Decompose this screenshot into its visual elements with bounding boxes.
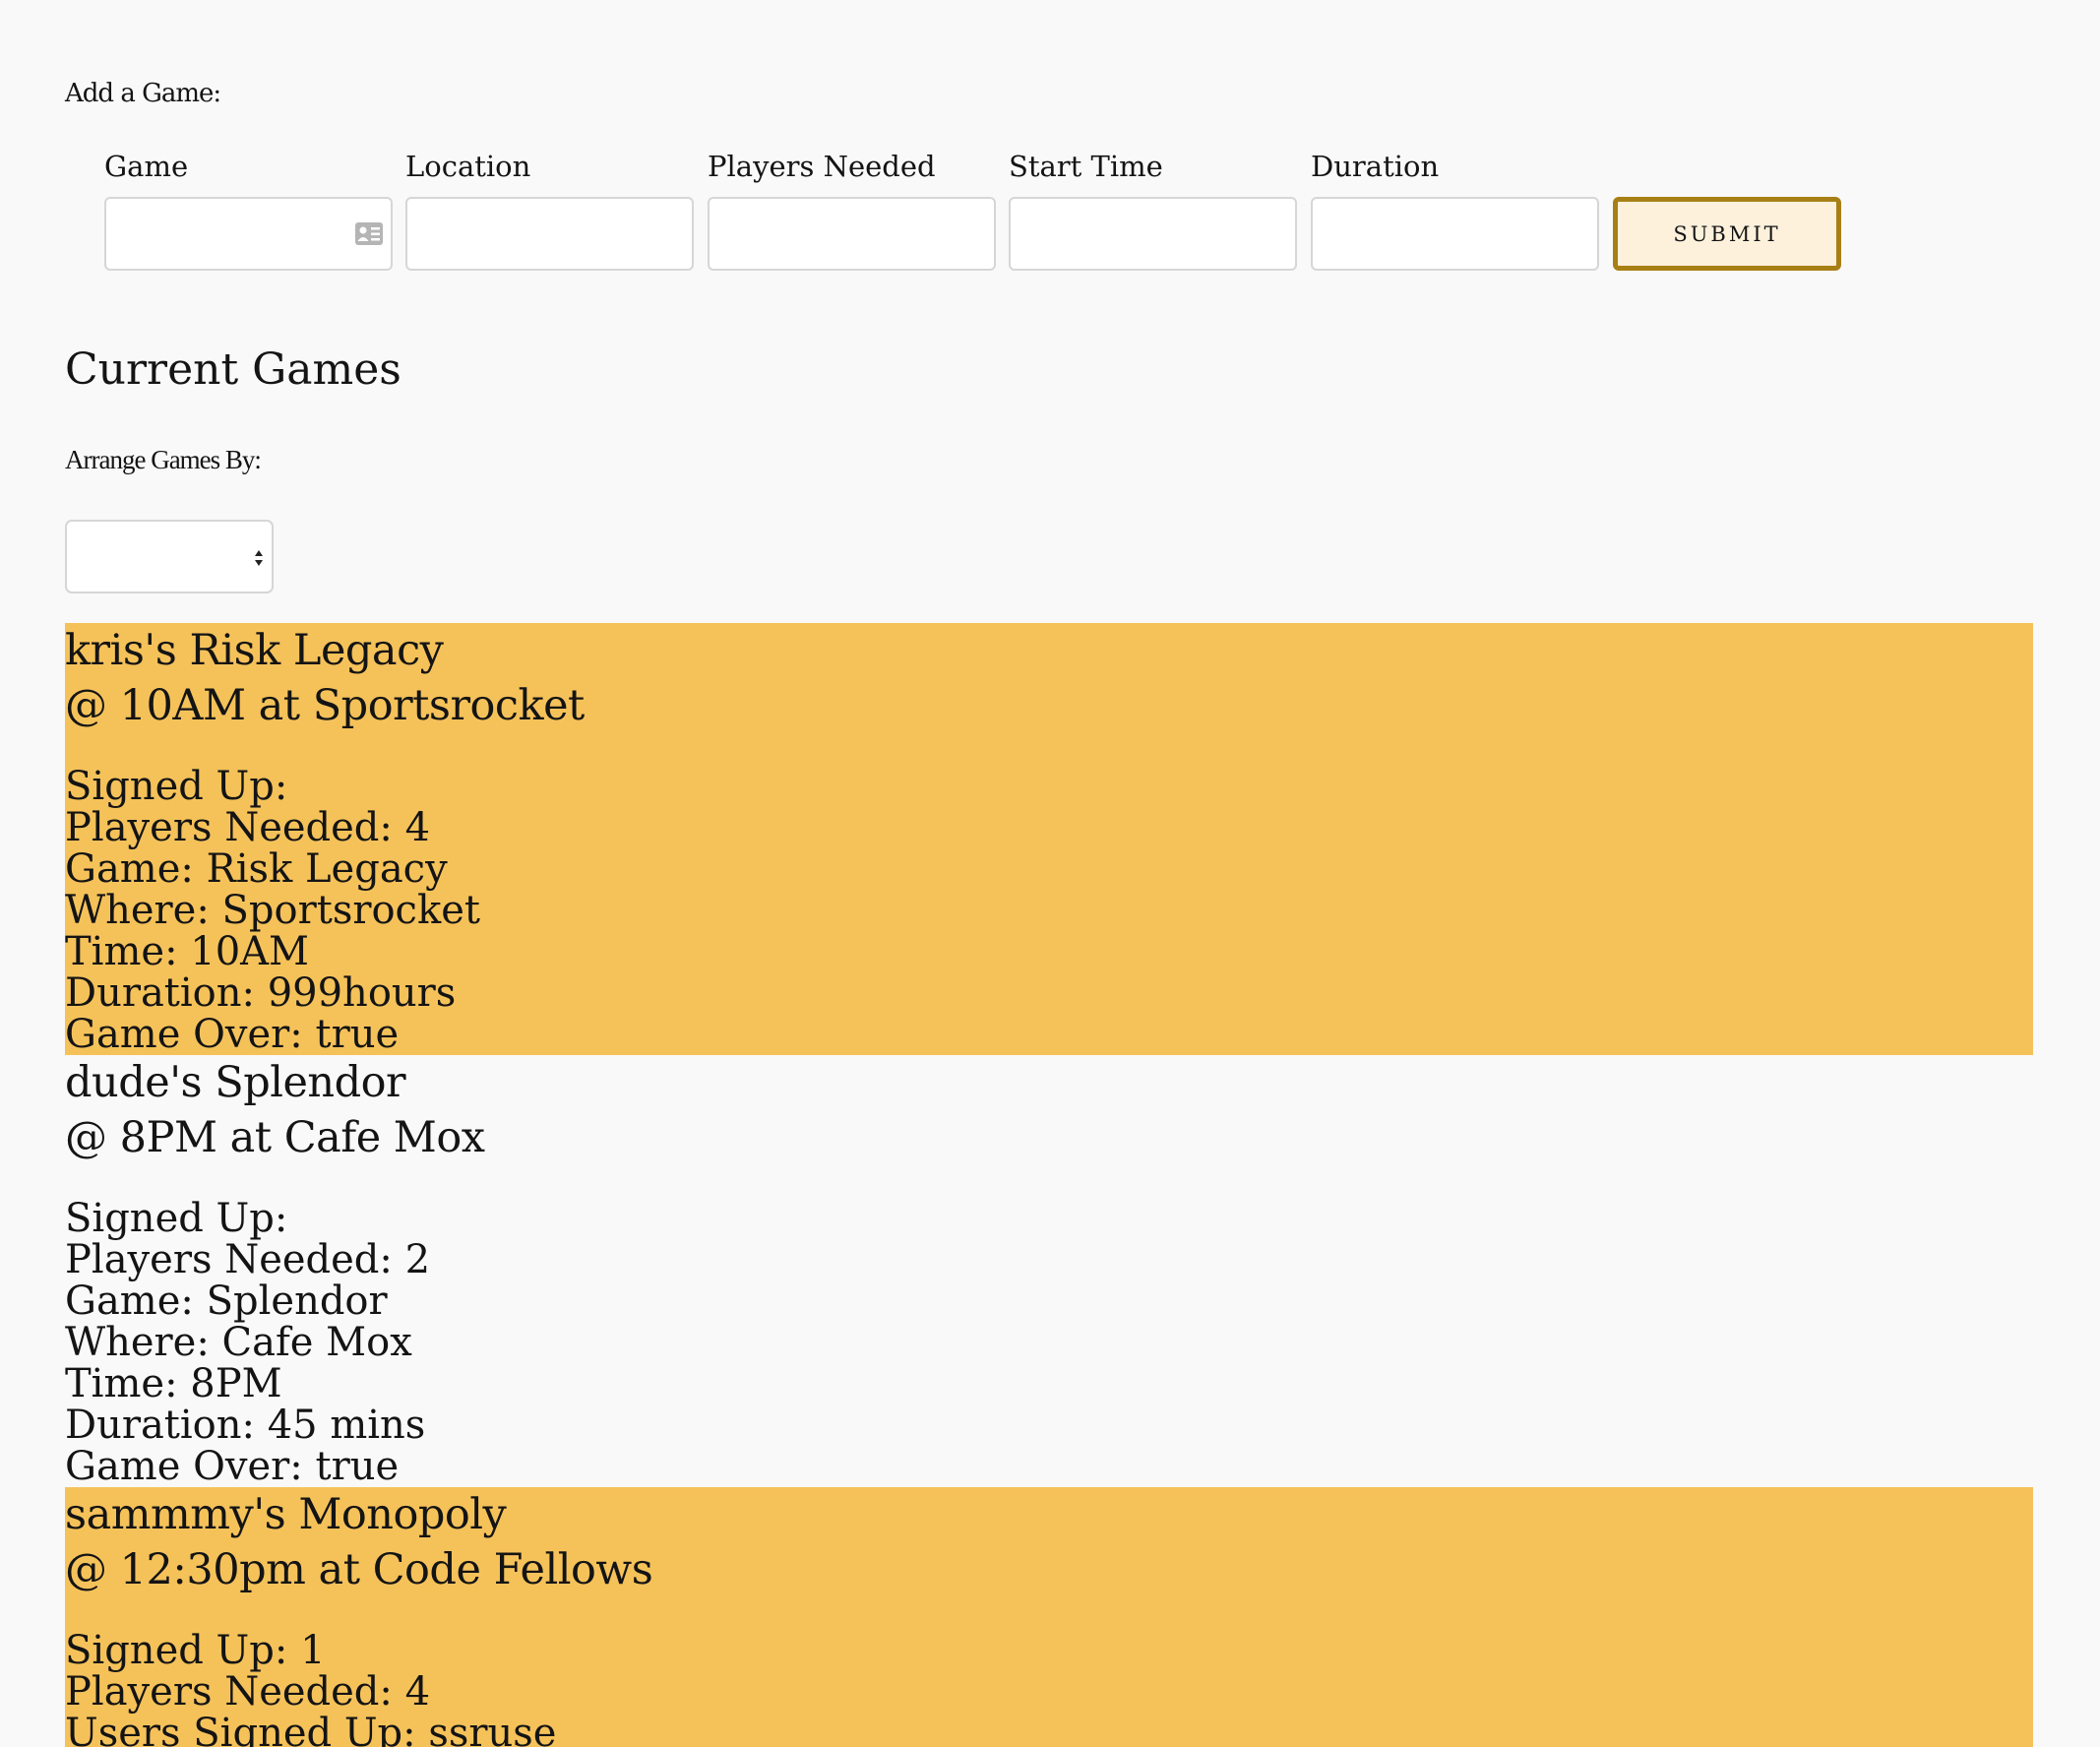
game-where: Where: Sportsrocket — [65, 888, 480, 933]
players-needed-input[interactable] — [708, 197, 996, 271]
game-card: dude's Splendor @ 8PM at Cafe Mox Signed… — [65, 1055, 2033, 1487]
contact-card-icon[interactable] — [354, 221, 384, 246]
players-needed: Players Needed: 4 — [65, 1669, 431, 1715]
players-needed: Players Needed: 2 — [65, 1237, 431, 1282]
start-time-input[interactable] — [1009, 197, 1297, 271]
game-duration: Duration: 999hours — [65, 970, 457, 1016]
game-card-when-where: @ 12:30pm at Code Fellows — [65, 1545, 653, 1594]
game-input[interactable] — [104, 197, 393, 271]
game-label: Game — [104, 150, 189, 183]
game-over: Game Over: true — [65, 1012, 400, 1057]
arrange-games-label: Arrange Games By: — [65, 445, 262, 474]
game-card-title: sammmy's Monopoly — [65, 1490, 507, 1539]
game-over: Game Over: true — [65, 1444, 400, 1489]
signed-up: Signed Up: — [65, 1196, 288, 1241]
location-input[interactable] — [405, 197, 694, 271]
game-card: kris's Risk Legacy @ 10AM at Sportsrocke… — [65, 623, 2033, 1055]
game-name: Game: Splendor — [65, 1279, 388, 1324]
start-time-label: Start Time — [1009, 150, 1163, 183]
signed-up: Signed Up: — [65, 764, 288, 809]
game-time: Time: 8PM — [65, 1361, 282, 1406]
game-where: Where: Cafe Mox — [65, 1320, 412, 1365]
game-name: Game: Risk Legacy — [65, 846, 448, 892]
games-list: kris's Risk Legacy @ 10AM at Sportsrocke… — [65, 623, 2033, 1747]
players-needed: Players Needed: 4 — [65, 805, 431, 850]
duration-input[interactable] — [1311, 197, 1599, 271]
game-duration: Duration: 45 mins — [65, 1403, 426, 1448]
add-game-heading: Add a Game: — [65, 79, 221, 108]
game-card-title: dude's Splendor — [65, 1058, 406, 1107]
game-card-when-where: @ 10AM at Sportsrocket — [65, 681, 585, 730]
game-card: sammmy's Monopoly @ 12:30pm at Code Fell… — [65, 1487, 2033, 1747]
game-card-title: kris's Risk Legacy — [65, 626, 444, 675]
game-time: Time: 10AM — [65, 929, 310, 974]
players-needed-label: Players Needed — [708, 150, 936, 183]
duration-label: Duration — [1311, 150, 1440, 183]
location-label: Location — [405, 150, 531, 183]
game-card-when-where: @ 8PM at Cafe Mox — [65, 1113, 485, 1162]
select-arrows-icon — [255, 550, 263, 566]
submit-button[interactable]: SUBMIT — [1613, 197, 1841, 271]
arrange-games-select[interactable] — [65, 520, 274, 593]
current-games-title: Current Games — [65, 344, 401, 395]
users-signed-up: Users Signed Up: ssruse — [65, 1711, 557, 1747]
signed-up: Signed Up: 1 — [65, 1628, 326, 1673]
